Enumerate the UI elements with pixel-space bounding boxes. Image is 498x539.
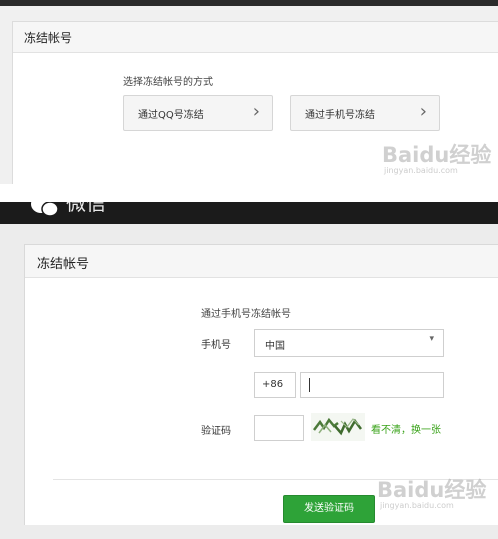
page-title: 冻结帐号	[24, 31, 73, 45]
text-cursor	[309, 378, 310, 392]
baidu-watermark-url: jingyan.baidu.com	[380, 501, 454, 510]
chevron-right-icon: ›	[419, 101, 427, 122]
wechat-logo-icon	[31, 202, 59, 217]
country-code-value: +86	[262, 379, 284, 390]
freeze-by-phone-button[interactable]: 通过手机号冻结 ›	[290, 95, 440, 131]
baidu-watermark: Baidu经验	[377, 478, 487, 502]
chevron-down-icon: ▾	[429, 334, 434, 344]
phone-number-input[interactable]	[300, 372, 444, 398]
wechat-app-name: 微信	[66, 202, 106, 215]
baidu-watermark-url: jingyan.baidu.com	[384, 166, 458, 175]
form-subtitle: 通过手机号冻结帐号	[201, 309, 291, 320]
baidu-watermark: Baidu经验	[382, 143, 492, 167]
freeze-by-phone-label: 通过手机号冻结	[305, 110, 375, 121]
freeze-by-phone-panel: 冻结帐号 通过手机号冻结帐号 手机号 中国 ▾ +86 验证码 看不清，换一张 …	[0, 224, 498, 539]
chevron-right-icon: ›	[252, 101, 260, 122]
freeze-by-qq-label: 通过QQ号冻结	[138, 110, 204, 121]
choose-method-label: 选择冻结帐号的方式	[123, 77, 213, 88]
card-header: 冻结帐号	[13, 22, 498, 53]
country-code-field[interactable]: +86	[254, 372, 296, 398]
wechat-header: 微信	[0, 202, 498, 224]
captcha-image[interactable]	[311, 413, 365, 441]
refresh-captcha-link[interactable]: 看不清，换一张	[371, 421, 441, 436]
country-select[interactable]: 中国 ▾	[254, 329, 444, 357]
verification-code-label: 验证码	[201, 426, 231, 437]
send-code-button[interactable]: 发送验证码	[283, 495, 375, 523]
freeze-method-panel: 冻结帐号 选择冻结帐号的方式 通过QQ号冻结 › 通过手机号冻结 › Baidu…	[0, 6, 498, 186]
freeze-by-qq-button[interactable]: 通过QQ号冻结 ›	[123, 95, 273, 131]
verification-code-input[interactable]	[254, 415, 304, 441]
page-title: 冻结帐号	[37, 257, 90, 272]
separator	[0, 184, 498, 202]
phone-label: 手机号	[201, 340, 231, 351]
card-header: 冻结帐号	[25, 245, 498, 278]
country-value: 中国	[265, 341, 285, 352]
